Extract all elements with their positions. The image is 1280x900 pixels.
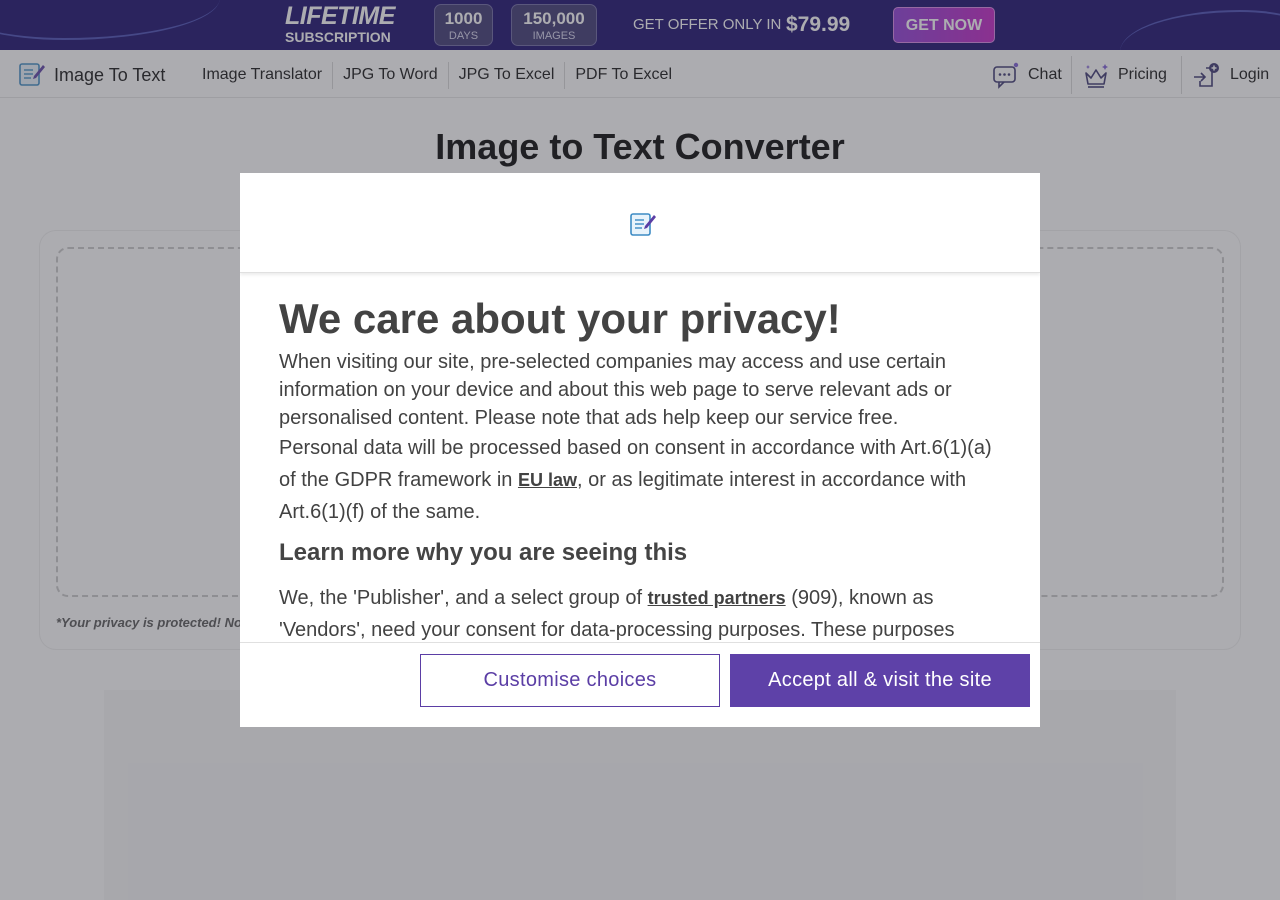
consent-dialog-body[interactable]: We care about your privacy! When visitin… (240, 274, 1040, 642)
consent-vendors: We, the 'Publisher', and a select group … (279, 582, 1001, 642)
customise-choices-button[interactable]: Customise choices (420, 654, 720, 707)
eu-law-link[interactable]: EU law (518, 470, 577, 490)
consent-gdpr: Personal data will be processed based on… (279, 432, 1001, 528)
accept-all-button[interactable]: Accept all & visit the site (730, 654, 1030, 707)
consent-dialog-header (240, 173, 1040, 273)
trusted-partners-link[interactable]: trusted partners (648, 588, 786, 608)
consent-dialog-footer: Customise choices Accept all & visit the… (240, 642, 1040, 727)
consent-vendors-text: We, the 'Publisher', and a select group … (279, 587, 648, 609)
consent-intro: When visiting our site, pre-selected com… (279, 351, 952, 429)
learn-more-heading: Learn more why you are seeing this (279, 539, 688, 566)
consent-dialog: We care about your privacy! When visitin… (240, 173, 1040, 727)
consent-heading: We care about your privacy! (279, 295, 841, 342)
notepad-logo-icon (630, 213, 656, 236)
